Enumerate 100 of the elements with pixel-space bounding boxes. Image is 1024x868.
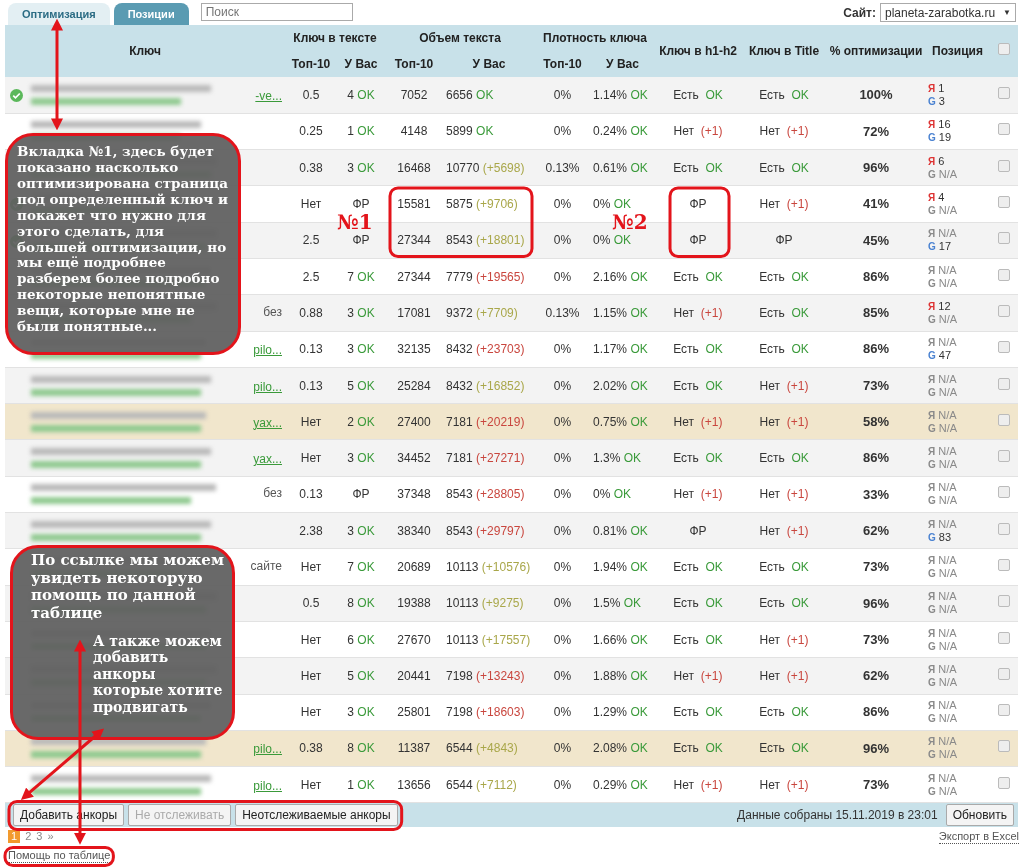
table-cell: 0% bbox=[553, 560, 572, 574]
table-cell: 7052 bbox=[400, 87, 428, 102]
keyword-link[interactable]: pilo... bbox=[253, 377, 282, 396]
column-header: Ключ bbox=[5, 25, 285, 77]
row-checkbox[interactable] bbox=[998, 304, 1010, 317]
row-checkbox[interactable] bbox=[998, 232, 1010, 245]
refresh-button[interactable]: Обновить bbox=[945, 804, 1014, 827]
site-select[interactable]: planeta-zarabotka.ru ▼ bbox=[880, 3, 1016, 22]
page-link[interactable]: 1 bbox=[8, 830, 21, 844]
position-value: G N/A bbox=[928, 784, 958, 798]
position-value: Я N/A bbox=[928, 336, 957, 350]
table-cell: 4148 bbox=[400, 124, 428, 139]
position-value: Я N/A bbox=[928, 408, 957, 422]
table-cell: 19388 bbox=[397, 596, 431, 611]
table-cell: 0% bbox=[553, 523, 572, 538]
page-link[interactable]: » bbox=[47, 830, 54, 844]
row-checkbox[interactable] bbox=[998, 377, 1010, 390]
row-checkbox[interactable] bbox=[998, 450, 1010, 463]
keyword-link[interactable]: pilo... bbox=[253, 776, 282, 795]
keyword-link[interactable]: pilo... bbox=[253, 341, 282, 360]
table-cell: 20689 bbox=[397, 560, 431, 574]
position-value: G 3 bbox=[928, 94, 945, 108]
keyword-link[interactable]: yax... bbox=[253, 413, 282, 432]
table-cell: Есть OK bbox=[673, 596, 723, 611]
position-value: Я 1 bbox=[928, 81, 945, 95]
column-header: Топ-10 bbox=[385, 51, 443, 77]
row-checkbox[interactable] bbox=[998, 667, 1010, 680]
row-checkbox[interactable] bbox=[998, 159, 1010, 172]
search-field[interactable]: Поиск bbox=[200, 3, 353, 21]
table-cell: 2 OK bbox=[347, 414, 375, 429]
table-cell: 10113 (+9275) bbox=[446, 596, 524, 611]
help-link[interactable]: Помощь по таблице bbox=[8, 849, 111, 864]
footer-button[interactable]: Неотслеживаемые анкоры bbox=[235, 804, 398, 827]
row-checkbox[interactable] bbox=[998, 268, 1010, 281]
position-value: Я N/A bbox=[928, 771, 957, 785]
table-cell: Нет bbox=[300, 668, 322, 683]
position-value: Я 12 bbox=[928, 299, 951, 313]
table-cell: 6544 (+4843) bbox=[446, 741, 518, 756]
table-cell: Нет bbox=[300, 632, 322, 647]
row-checkbox[interactable] bbox=[998, 413, 1010, 426]
table-cell: Нет bbox=[300, 705, 322, 720]
position-value: G 47 bbox=[928, 349, 952, 363]
row-checkbox[interactable] bbox=[998, 196, 1010, 209]
position-value: G N/A bbox=[928, 458, 958, 472]
column-header: Ключ в Title bbox=[741, 25, 827, 77]
position-value: G N/A bbox=[928, 167, 958, 181]
row-checkbox[interactable] bbox=[998, 522, 1010, 535]
page-link[interactable]: 2 bbox=[25, 830, 32, 844]
tab[interactable]: Оптимизация bbox=[8, 3, 110, 25]
table-cell: Есть OK bbox=[759, 342, 809, 357]
row-checkbox[interactable] bbox=[998, 704, 1010, 717]
table-cell: 7181 (+27271) bbox=[446, 451, 525, 466]
table-cell: 0% bbox=[553, 632, 572, 647]
table-cell: Нет (+1) bbox=[759, 487, 809, 502]
table-cell: ФР bbox=[775, 233, 793, 248]
column-header: У Вас bbox=[443, 51, 535, 77]
position-value: Я N/A bbox=[928, 517, 957, 531]
row-checkbox[interactable] bbox=[998, 559, 1010, 571]
row-checkbox[interactable] bbox=[998, 776, 1010, 789]
tab[interactable]: Позиции bbox=[113, 3, 189, 25]
table-cell: 0% bbox=[553, 197, 572, 212]
row-checkbox[interactable] bbox=[998, 486, 1010, 499]
table-cell: ФР bbox=[689, 523, 707, 538]
row-checkbox[interactable] bbox=[998, 86, 1010, 99]
table-cell: 0.13 bbox=[299, 342, 323, 357]
table-cell: 2.16% OK bbox=[593, 269, 648, 284]
table-cell: 27344 bbox=[397, 269, 431, 284]
position-value: G N/A bbox=[928, 712, 958, 726]
table-cell: 8 OK bbox=[347, 596, 375, 611]
table-cell: Есть OK bbox=[673, 741, 723, 756]
table-cell: Нет (+1) bbox=[759, 632, 809, 647]
row-checkbox[interactable] bbox=[998, 341, 1010, 354]
row-checkbox[interactable] bbox=[998, 631, 1010, 644]
table-cell: 0% OK bbox=[593, 197, 632, 212]
optimization-percent: 96% bbox=[863, 740, 890, 756]
optimization-percent: 85% bbox=[863, 305, 890, 321]
position-value: Я 6 bbox=[928, 154, 945, 168]
table-cell: 3 OK bbox=[347, 705, 375, 720]
table-cell: 27400 bbox=[397, 414, 431, 429]
table-cell: ФР bbox=[352, 487, 370, 502]
table-cell: Есть OK bbox=[759, 305, 809, 320]
table-cell: 1.17% OK bbox=[593, 342, 648, 357]
row-checkbox[interactable] bbox=[998, 595, 1010, 608]
table-cell: 8432 (+23703) bbox=[446, 342, 525, 357]
table-cell: Нет (+1) bbox=[673, 487, 723, 502]
table-cell: 8 OK bbox=[347, 741, 375, 756]
keyword-link[interactable]: pilo... bbox=[253, 740, 282, 759]
select-all-checkbox[interactable] bbox=[998, 43, 1010, 55]
optimization-percent: 96% bbox=[863, 160, 890, 175]
position-value: Я N/A bbox=[928, 445, 957, 459]
keyword-link[interactable]: -ve... bbox=[255, 86, 282, 105]
column-header: Ключ в тексте bbox=[285, 25, 385, 51]
keyword-link[interactable]: yax... bbox=[253, 450, 282, 469]
export-link[interactable]: Экспорт в Excel bbox=[938, 830, 1019, 845]
row-checkbox[interactable] bbox=[998, 740, 1010, 753]
position-value: G N/A bbox=[928, 567, 958, 580]
row-checkbox[interactable] bbox=[998, 123, 1010, 136]
column-header: Позиция bbox=[925, 25, 990, 77]
page-link[interactable]: 3 bbox=[36, 830, 43, 844]
table-cell: 1 OK bbox=[347, 124, 375, 139]
